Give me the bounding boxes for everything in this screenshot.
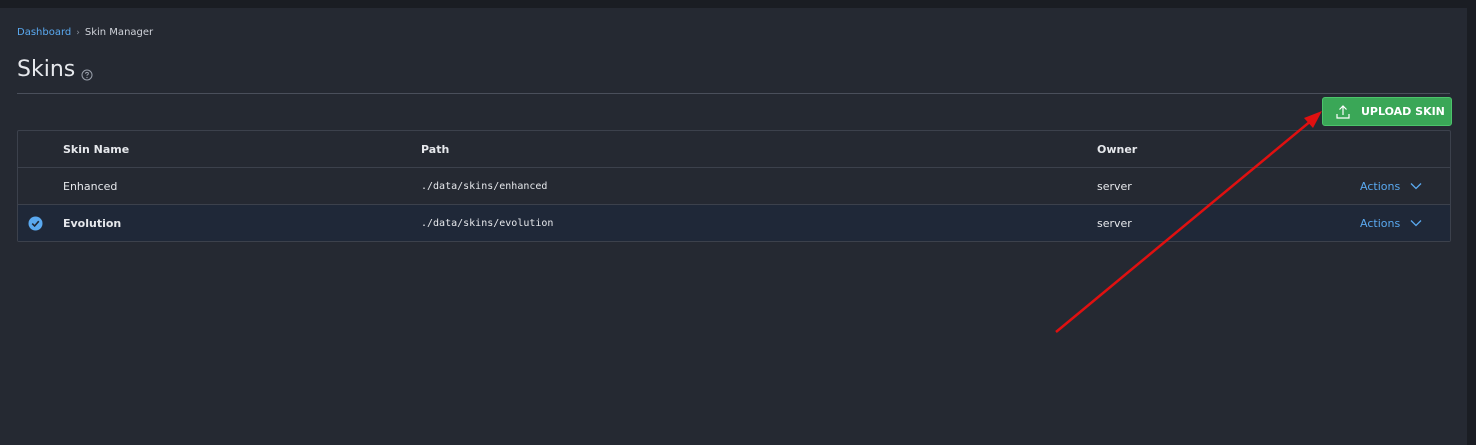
help-icon[interactable] bbox=[81, 66, 93, 80]
skin-owner-cell: server bbox=[1097, 216, 1132, 230]
upload-icon bbox=[1336, 104, 1350, 119]
skin-owner-cell: server bbox=[1097, 179, 1132, 193]
actions-dropdown[interactable]: Actions bbox=[1360, 168, 1422, 204]
upload-skin-button[interactable]: UPLOAD SKIN bbox=[1322, 97, 1452, 126]
skin-name-cell: Enhanced bbox=[63, 179, 118, 193]
actions-label: Actions bbox=[1360, 216, 1401, 230]
column-header-path[interactable]: Path bbox=[421, 131, 449, 167]
active-skin-indicator bbox=[28, 205, 43, 241]
skin-path-cell: ./data/skins/evolution bbox=[421, 217, 554, 229]
table-header-row: Skin Name Path Owner bbox=[18, 131, 1450, 168]
column-header-owner[interactable]: Owner bbox=[1097, 131, 1137, 167]
breadcrumb: Dashboard › Skin Manager bbox=[17, 27, 153, 39]
chevron-down-icon bbox=[1410, 183, 1422, 190]
check-circle-icon bbox=[28, 216, 43, 230]
title-row: Skins bbox=[17, 56, 93, 84]
table-row[interactable]: Enhanced ./data/skins/enhanced server Ac… bbox=[18, 168, 1450, 205]
breadcrumb-dashboard-link[interactable]: Dashboard bbox=[17, 27, 71, 39]
skin-path-cell: ./data/skins/enhanced bbox=[421, 180, 548, 192]
page-title: Skins bbox=[17, 57, 76, 82]
upload-skin-label: UPLOAD SKIN bbox=[1361, 105, 1445, 118]
column-header-skin-name[interactable]: Skin Name bbox=[63, 131, 129, 167]
title-divider bbox=[17, 93, 1450, 94]
actions-dropdown[interactable]: Actions bbox=[1360, 205, 1422, 241]
skin-name-cell: Evolution bbox=[63, 216, 122, 230]
breadcrumb-separator-icon: › bbox=[76, 28, 80, 38]
scrollbar-track[interactable] bbox=[1467, 8, 1476, 445]
actions-label: Actions bbox=[1360, 179, 1401, 193]
table-row-selected[interactable]: Evolution ./data/skins/evolution server … bbox=[18, 205, 1450, 241]
skins-table: Skin Name Path Owner Enhanced ./data/ski… bbox=[17, 130, 1451, 242]
chevron-down-icon bbox=[1410, 220, 1422, 227]
breadcrumb-current: Skin Manager bbox=[84, 27, 154, 38]
